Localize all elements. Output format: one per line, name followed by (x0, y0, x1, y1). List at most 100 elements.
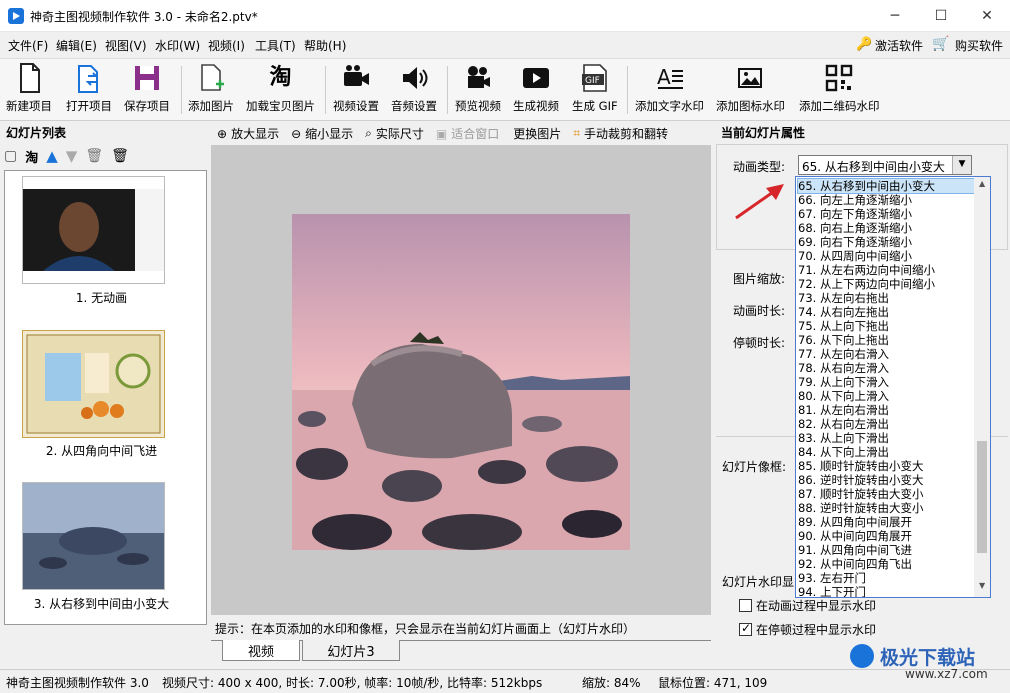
slide-thumbnail-3[interactable] (22, 482, 165, 590)
dropdown-option[interactable]: 72. 从上下两边向中间缩小 (798, 277, 976, 291)
generate-video-button[interactable]: 生成视频 (513, 62, 559, 114)
activate-software[interactable]: 激活软件 (875, 37, 923, 54)
dropdown-option[interactable]: 88. 逆时针旋转由大变小 (798, 501, 976, 515)
dropdown-option[interactable]: 68. 向右上角逐渐缩小 (798, 221, 976, 235)
checkbox-checked[interactable]: ✓ (739, 621, 752, 636)
fit-window-icon: ▣ (435, 126, 448, 141)
menu-view[interactable]: 视图(V) (105, 37, 147, 54)
toolbar-label: 打开项目 (66, 99, 112, 113)
cart-icon: 🛒 (932, 36, 950, 52)
open-project-button[interactable]: 打开项目 (66, 62, 112, 114)
slide-thumbnail-1[interactable] (22, 176, 165, 284)
zoom-out-button[interactable]: 缩小显示 (305, 125, 353, 142)
menu-file[interactable]: 文件(F) (8, 37, 48, 54)
menu-watermark[interactable]: 水印(W) (155, 37, 200, 54)
status-video-info: 视频尺寸: 400 x 400, 时长: 7.00秒, 帧率: 10帧/秒, 比… (162, 676, 543, 690)
animation-type-dropdown[interactable]: 65. 从右移到中间由小变大 66. 向左上角逐渐缩小 67. 向左下角逐渐缩小 68… (795, 176, 991, 598)
checkbox-unchecked[interactable] (739, 599, 752, 612)
toolbar-label: 添加图片 (188, 99, 234, 113)
save-project-button[interactable]: 保存项目 (124, 62, 170, 114)
slide-thumbnail-2[interactable] (22, 330, 165, 438)
animation-type-select[interactable]: 65. 从右移到中间由小变大 (798, 155, 972, 175)
dropdown-option[interactable]: 79. 从上向下滑入 (798, 375, 976, 389)
dropdown-option[interactable]: 94. 上下开门 (798, 585, 976, 597)
maximize-button[interactable]: ☐ (918, 0, 964, 32)
clear-all-icon[interactable]: 🗑 (111, 148, 129, 164)
actual-size-button[interactable]: 实际尺寸 (376, 125, 424, 142)
add-text-watermark-button[interactable]: A 添加文字水印 (635, 62, 704, 114)
crop-flip-button[interactable]: 手动裁剪和翻转 (584, 125, 668, 142)
taobao-small-icon[interactable]: 淘 (25, 147, 38, 166)
audio-settings-button[interactable]: 音频设置 (391, 62, 437, 114)
chevron-down-icon[interactable]: ▼ (952, 156, 971, 174)
dropdown-option[interactable]: 92. 从中间向四角飞出 (798, 557, 976, 571)
dropdown-scrollbar[interactable]: ▲ ▼ (974, 177, 990, 597)
buy-software[interactable]: 购买软件 (955, 37, 1003, 54)
dropdown-option[interactable]: 75. 从上向下拖出 (798, 319, 976, 333)
toolbar-label: 新建项目 (6, 99, 52, 113)
add-icon-watermark-button[interactable]: 添加图标水印 (716, 62, 785, 114)
dropdown-option[interactable]: 70. 从四周向中间缩小 (798, 249, 976, 263)
dropdown-option[interactable]: 87. 顺时针旋转由大变小 (798, 487, 976, 501)
menu-tools[interactable]: 工具(T) (255, 37, 296, 54)
tab-slide-3[interactable]: 幻灯片3 (302, 640, 400, 661)
dropdown-option[interactable]: 71. 从左右两边向中间缩小 (798, 263, 976, 277)
menu-video[interactable]: 视频(I) (208, 37, 245, 54)
replace-image-button[interactable]: 更换图片 (513, 125, 561, 142)
movie-camera-icon (463, 62, 493, 94)
animation-duration-label: 动画时长: (733, 304, 786, 318)
dropdown-option[interactable]: 73. 从左向右拖出 (798, 291, 976, 305)
toolbar-label: 添加文字水印 (635, 99, 704, 113)
dropdown-option[interactable]: 74. 从右向左拖出 (798, 305, 976, 319)
add-qrcode-watermark-button[interactable]: 添加二维码水印 (799, 62, 880, 114)
minimize-button[interactable]: ─ (872, 0, 918, 32)
move-down-icon[interactable]: ▼ (66, 147, 78, 165)
dropdown-option[interactable]: 91. 从四角向中间飞进 (798, 543, 976, 557)
slide-frame-label: 幻灯片像框: (722, 460, 787, 474)
generate-gif-button[interactable]: GIF 生成 GIF (572, 62, 618, 114)
tab-video[interactable]: 视频 (222, 640, 300, 661)
dropdown-option[interactable]: 86. 逆时针旋转由小变大 (798, 473, 976, 487)
dropdown-option[interactable]: 67. 向左下角逐渐缩小 (798, 207, 976, 221)
preview-video-button[interactable]: 预览视频 (455, 62, 501, 114)
dropdown-option[interactable]: 89. 从四角向中间展开 (798, 515, 976, 529)
dropdown-option[interactable]: 80. 从下向上滑入 (798, 389, 976, 403)
slide-label: 1. 无动画 (75, 291, 128, 305)
dropdown-option[interactable]: 90. 从中间向四角展开 (798, 529, 976, 543)
delete-icon[interactable]: 🗑 (85, 148, 103, 164)
menu-help[interactable]: 帮助(H) (304, 37, 346, 54)
dropdown-option[interactable]: 77. 从左向右滑入 (798, 347, 976, 361)
show-watermark-during-animation[interactable]: 在动画过程中显示水印 (739, 597, 876, 614)
add-slide-icon[interactable]: ▢ (4, 148, 17, 164)
dropdown-option[interactable]: 69. 向右下角逐渐缩小 (798, 235, 976, 249)
dropdown-option[interactable]: 83. 从上向下滑出 (798, 431, 976, 445)
new-project-button[interactable]: 新建项目 (6, 62, 52, 114)
video-settings-button[interactable]: 视频设置 (333, 62, 379, 114)
dropdown-option[interactable]: 84. 从下向上滑出 (798, 445, 976, 459)
dropdown-option[interactable]: 66. 向左上角逐渐缩小 (798, 193, 976, 207)
close-button[interactable]: ✕ (964, 0, 1010, 32)
dropdown-option[interactable]: 81. 从左向右滑出 (798, 403, 976, 417)
zoom-in-button[interactable]: 放大显示 (231, 125, 279, 142)
load-taobao-images-button[interactable]: 淘 加载宝贝图片 (246, 62, 315, 114)
dropdown-option[interactable]: 78. 从右向左滑入 (798, 361, 976, 375)
save-icon (132, 62, 162, 94)
move-up-icon[interactable]: ▲ (46, 147, 58, 165)
dropdown-option[interactable]: 85. 顺时针旋转由小变大 (798, 459, 976, 473)
add-image-icon (196, 62, 226, 94)
show-watermark-during-pause[interactable]: ✓ 在停顿过程中显示水印 (739, 621, 876, 638)
status-mouse-position: 鼠标位置: 471, 109 (658, 676, 768, 690)
fit-window-button[interactable]: 适合窗口 (451, 125, 499, 142)
actual-size-icon: ⌕ (365, 126, 372, 140)
dropdown-option[interactable]: 65. 从右移到中间由小变大 (797, 178, 977, 194)
svg-text:GIF: GIF (585, 76, 600, 86)
add-image-button[interactable]: 添加图片 (188, 62, 234, 114)
zoom-in-icon: ⊕ (217, 126, 228, 141)
dropdown-option[interactable]: 76. 从下向上拖出 (798, 333, 976, 347)
dropdown-option[interactable]: 93. 左右开门 (798, 571, 976, 585)
zoom-out-icon: ⊖ (291, 126, 302, 141)
toolbar-label: 添加二维码水印 (799, 99, 880, 113)
dropdown-option[interactable]: 82. 从右向左滑出 (798, 417, 976, 431)
menu-edit[interactable]: 编辑(E) (56, 37, 97, 54)
status-zoom: 缩放: 84% (582, 676, 641, 690)
